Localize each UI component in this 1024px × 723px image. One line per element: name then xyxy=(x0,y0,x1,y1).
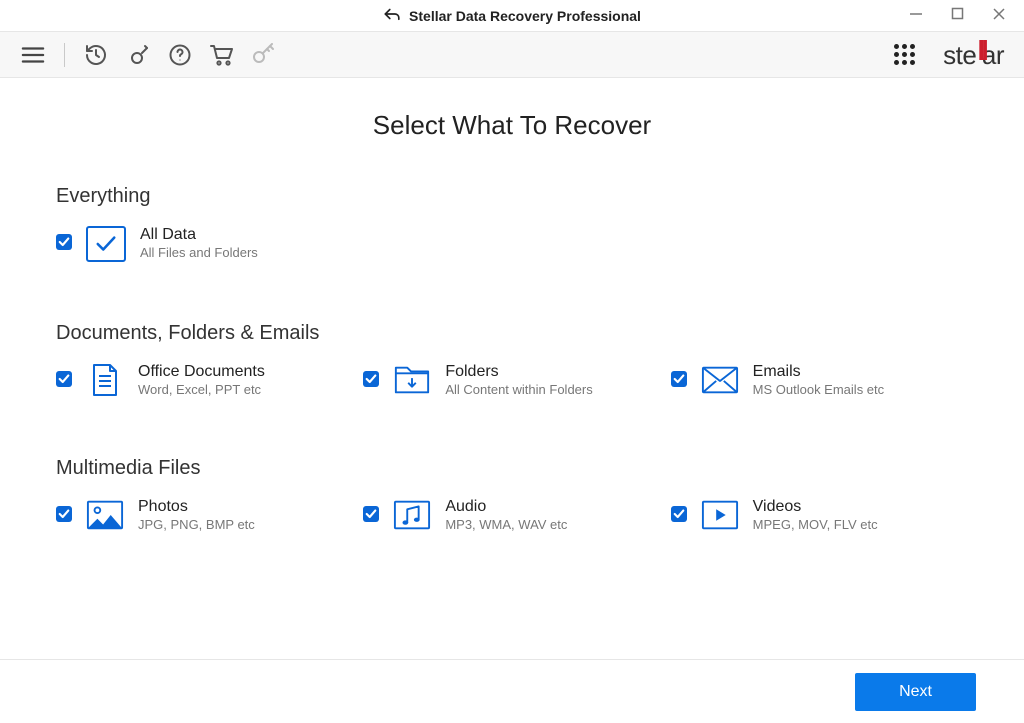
option-label: Videos MPEG, MOV, FLV etc xyxy=(753,498,878,532)
email-icon xyxy=(701,363,739,397)
section-title-everything: Everything xyxy=(56,185,968,208)
cart-icon[interactable] xyxy=(209,42,235,68)
help-icon[interactable] xyxy=(167,42,193,68)
toolbar-right: stellar xyxy=(891,39,1004,71)
option-title: Emails xyxy=(753,363,885,381)
option-label: Emails MS Outlook Emails etc xyxy=(753,363,885,397)
section-title-media: Multimedia Files xyxy=(56,457,968,480)
option-title: All Data xyxy=(140,226,258,244)
window-controls xyxy=(909,7,1024,25)
all-data-icon xyxy=(86,226,126,262)
brand-logo: stellar xyxy=(943,39,1004,71)
option-audio[interactable]: Audio MP3, WMA, WAV etc xyxy=(363,498,660,532)
menu-icon[interactable] xyxy=(20,42,46,68)
section-media: Multimedia Files Photos JPG, PNG, BMP et… xyxy=(56,457,968,532)
lab-icon[interactable] xyxy=(125,42,151,68)
footer: Next xyxy=(0,659,1024,723)
key-icon[interactable] xyxy=(251,42,277,68)
option-label: Audio MP3, WMA, WAV etc xyxy=(445,498,567,532)
option-emails[interactable]: Emails MS Outlook Emails etc xyxy=(671,363,968,397)
photo-icon xyxy=(86,498,124,532)
option-title: Photos xyxy=(138,498,255,516)
option-desc: MS Outlook Emails etc xyxy=(753,382,885,397)
checkbox-audio[interactable] xyxy=(363,506,379,522)
option-desc: All Files and Folders xyxy=(140,245,258,260)
audio-icon xyxy=(393,498,431,532)
section-everything: Everything All Data All Files and Folder… xyxy=(56,185,968,262)
folder-icon xyxy=(393,363,431,397)
toolbar: stellar xyxy=(0,32,1024,78)
option-label: Office Documents Word, Excel, PPT etc xyxy=(138,363,265,397)
checkbox-videos[interactable] xyxy=(671,506,687,522)
option-title: Office Documents xyxy=(138,363,265,381)
video-icon xyxy=(701,498,739,532)
page-title: Select What To Recover xyxy=(56,110,968,141)
option-label: Photos JPG, PNG, BMP etc xyxy=(138,498,255,532)
option-desc: MPEG, MOV, FLV etc xyxy=(753,517,878,532)
checkbox-all-data[interactable] xyxy=(56,234,72,250)
back-icon[interactable] xyxy=(383,7,401,24)
title-center: Stellar Data Recovery Professional xyxy=(383,7,641,24)
document-icon xyxy=(86,363,124,397)
minimize-button[interactable] xyxy=(909,7,923,25)
option-label: All Data All Files and Folders xyxy=(140,226,258,260)
option-desc: All Content within Folders xyxy=(445,382,592,397)
titlebar: Stellar Data Recovery Professional xyxy=(0,0,1024,32)
history-icon[interactable] xyxy=(83,42,109,68)
option-desc: JPG, PNG, BMP etc xyxy=(138,517,255,532)
section-docs: Documents, Folders & Emails Office Docum… xyxy=(56,322,968,397)
checkbox-photos[interactable] xyxy=(56,506,72,522)
option-desc: Word, Excel, PPT etc xyxy=(138,382,265,397)
option-title: Folders xyxy=(445,363,592,381)
apps-grid-icon[interactable] xyxy=(891,42,917,68)
option-all-data[interactable]: All Data All Files and Folders xyxy=(56,226,366,262)
option-title: Audio xyxy=(445,498,567,516)
checkbox-emails[interactable] xyxy=(671,371,687,387)
option-label: Folders All Content within Folders xyxy=(445,363,592,397)
toolbar-separator xyxy=(64,43,65,67)
option-photos[interactable]: Photos JPG, PNG, BMP etc xyxy=(56,498,353,532)
toolbar-left xyxy=(20,42,277,68)
next-button[interactable]: Next xyxy=(855,673,976,711)
option-videos[interactable]: Videos MPEG, MOV, FLV etc xyxy=(671,498,968,532)
checkbox-office[interactable] xyxy=(56,371,72,387)
maximize-button[interactable] xyxy=(951,7,964,24)
close-button[interactable] xyxy=(992,7,1006,25)
option-desc: MP3, WMA, WAV etc xyxy=(445,517,567,532)
option-office[interactable]: Office Documents Word, Excel, PPT etc xyxy=(56,363,353,397)
app-title: Stellar Data Recovery Professional xyxy=(409,8,641,24)
option-folders[interactable]: Folders All Content within Folders xyxy=(363,363,660,397)
checkbox-folders[interactable] xyxy=(363,371,379,387)
section-title-docs: Documents, Folders & Emails xyxy=(56,322,968,345)
main-content: Select What To Recover Everything All Da… xyxy=(0,78,1024,659)
option-title: Videos xyxy=(753,498,878,516)
